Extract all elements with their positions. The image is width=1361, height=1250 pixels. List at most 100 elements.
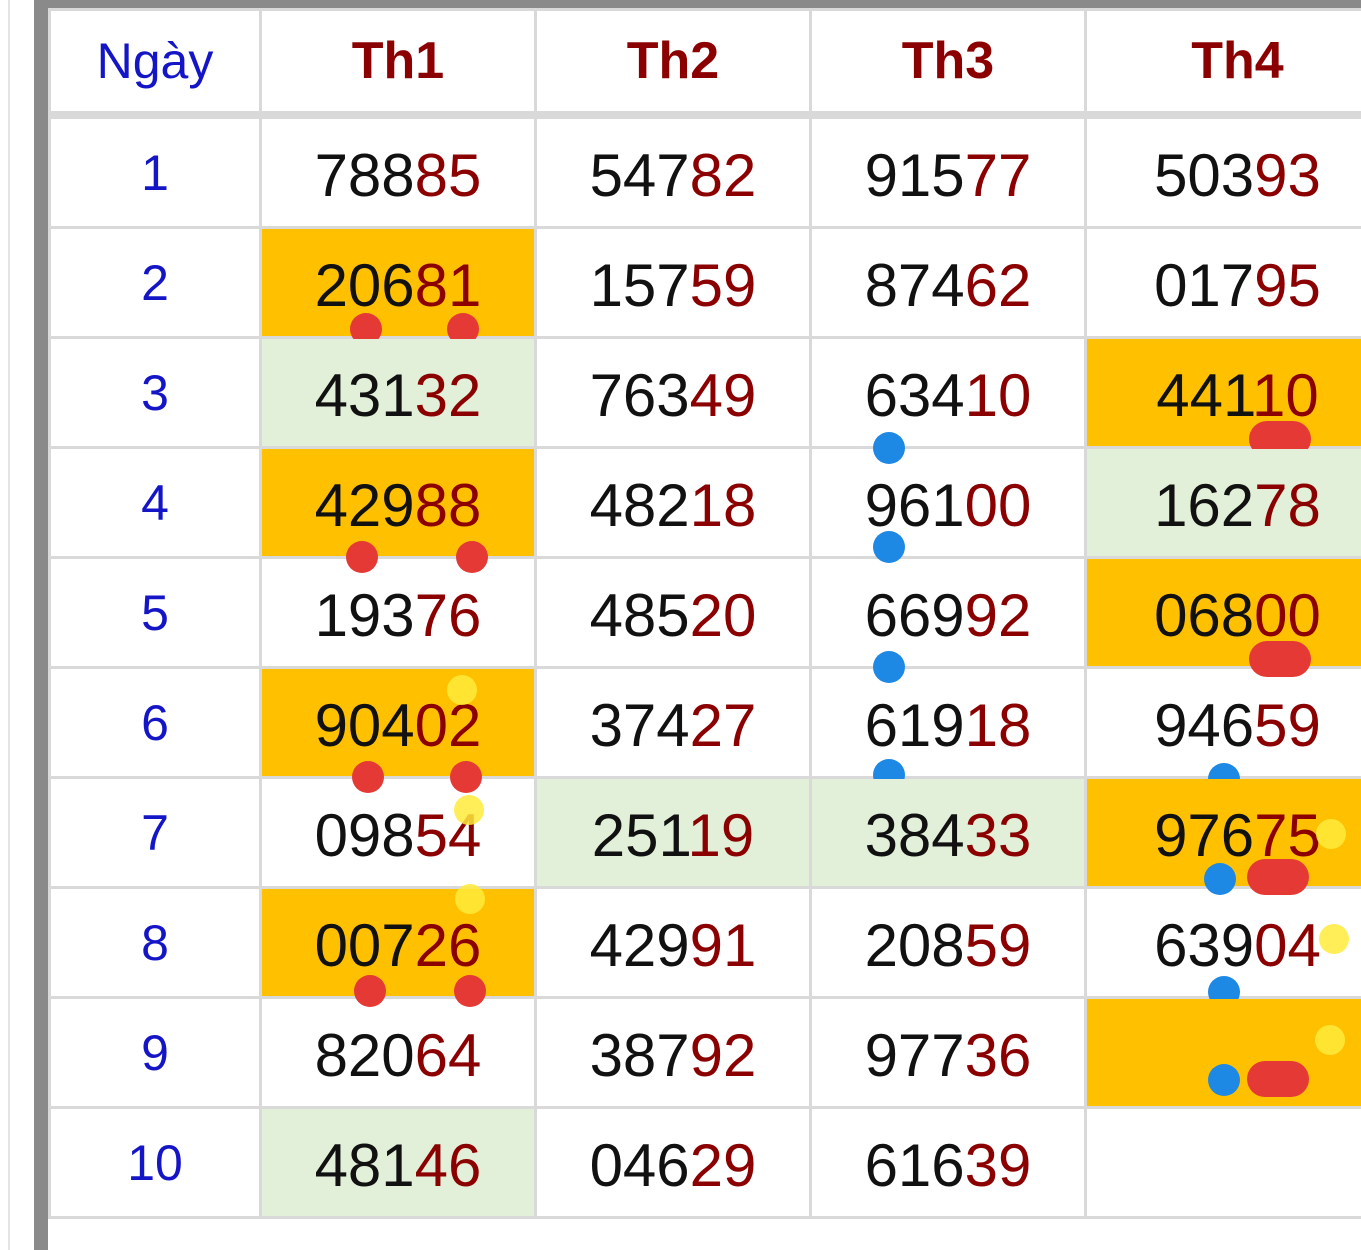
result-number: 42988 [315, 471, 482, 540]
result-cell: 61639 [809, 1106, 1087, 1219]
result-leading-digits: 387 [589, 1022, 690, 1089]
result-number: 78885 [315, 141, 482, 210]
result-leading-digits: 547 [589, 142, 690, 209]
result-leading-digits: 046 [589, 1132, 690, 1199]
day-number: 3 [48, 336, 262, 449]
result-last-two-digits: 10 [964, 362, 1032, 429]
result-leading-digits: 429 [589, 912, 690, 979]
result-last-two-digits: 26 [414, 912, 482, 979]
result-cell: 97675 [1084, 776, 1361, 895]
result-cell: 48520 [534, 556, 812, 669]
column-header-th3: Th3 [809, 8, 1087, 119]
table-row: 9 82064 38792 97736 [48, 996, 1361, 1109]
result-last-two-digits: 36 [964, 1022, 1032, 1089]
result-cell: 94659 [1084, 666, 1361, 795]
result-last-two-digits: 91 [689, 912, 757, 979]
result-number: 38433 [865, 801, 1032, 870]
result-cell: 63410 [809, 336, 1087, 464]
result-last-two-digits: 39 [964, 1132, 1032, 1199]
table-body: 1 78885 54782 91577 50393 2 20681 15759 87462 017… [48, 113, 1361, 1219]
result-number: 37427 [590, 691, 757, 760]
result-leading-digits: 098 [314, 802, 415, 869]
result-cell: 20859 [809, 886, 1087, 999]
result-cell: 42991 [534, 886, 812, 999]
result-number: 20859 [865, 911, 1032, 980]
result-leading-digits: 431 [314, 362, 415, 429]
result-last-two-digits: 59 [689, 252, 757, 319]
result-last-two-digits: 62 [964, 252, 1032, 319]
result-last-two-digits: 81 [414, 252, 482, 319]
result-leading-digits: 619 [864, 692, 965, 759]
result-last-two-digits: 00 [1254, 582, 1321, 649]
result-leading-digits: 946 [1154, 692, 1255, 759]
result-cell [1084, 1106, 1361, 1219]
result-leading-digits: 763 [589, 362, 690, 429]
day-number: 5 [48, 556, 262, 669]
table-row: 4 42988 48218 96100 16278 [48, 446, 1361, 573]
result-last-two-digits: 77 [964, 142, 1032, 209]
result-cell: 76349 [534, 336, 812, 449]
result-last-two-digits: 64 [414, 1022, 482, 1089]
result-number: 63410 [865, 361, 1032, 430]
result-last-two-digits: 93 [1254, 142, 1321, 209]
result-leading-digits: 206 [314, 252, 415, 319]
result-last-two-digits: 95 [1254, 252, 1321, 319]
result-last-two-digits: 59 [964, 912, 1032, 979]
result-number: 15759 [590, 251, 757, 320]
result-number: 04629 [590, 1131, 757, 1200]
result-leading-digits: 904 [314, 692, 415, 759]
result-leading-digits: 669 [864, 582, 965, 649]
result-number: 63904 [1154, 911, 1321, 980]
result-last-two-digits: 46 [414, 1132, 482, 1199]
dot-yellow-annotation-mark [454, 795, 484, 825]
dot-blue-annotation-mark [1208, 1064, 1240, 1096]
result-number: 43132 [315, 361, 482, 430]
dot-yellow-annotation-mark [455, 884, 485, 914]
dot-yellow-annotation-mark [447, 675, 477, 705]
table-row: 1 78885 54782 91577 50393 [48, 113, 1361, 229]
result-number: 01795 [1154, 251, 1321, 320]
table-row: 2 20681 15759 87462 01795 [48, 226, 1361, 345]
result-cell: 61918 [809, 666, 1087, 791]
result-last-two-digits: 76 [414, 582, 482, 649]
day-number: 6 [48, 666, 262, 779]
result-number: 82064 [315, 1021, 482, 1090]
result-number: 97736 [865, 1021, 1032, 1090]
result-cell: 78885 [259, 113, 537, 229]
result-last-two-digits: 33 [964, 802, 1032, 869]
result-cell: 54782 [534, 113, 812, 229]
result-leading-digits: 485 [589, 582, 690, 649]
result-last-two-digits: 49 [689, 362, 757, 429]
result-leading-digits: 639 [1154, 912, 1255, 979]
result-leading-digits: 503 [1154, 142, 1255, 209]
table-row: 6 90402 37427 61918 94659 [48, 666, 1361, 795]
result-number: 94659 [1154, 691, 1321, 760]
result-number: 96100 [865, 471, 1032, 540]
day-number: 1 [48, 113, 262, 229]
result-last-two-digits: 92 [689, 1022, 757, 1089]
result-cell: 04629 [534, 1106, 812, 1219]
dot-yellow-annotation-mark [1319, 924, 1349, 954]
result-number: 48218 [590, 471, 757, 540]
result-number: 19376 [315, 581, 482, 650]
result-number: 38792 [590, 1021, 757, 1090]
result-leading-digits: 374 [589, 692, 690, 759]
result-number: 66992 [865, 581, 1032, 650]
result-cell: 00726 [259, 884, 537, 1007]
result-cell: 37427 [534, 666, 812, 779]
result-leading-digits: 616 [864, 1132, 965, 1199]
day-number: 7 [48, 776, 262, 889]
result-number: 61639 [865, 1131, 1032, 1200]
result-cell: 43132 [259, 336, 537, 449]
column-header-th4: Th4 [1084, 8, 1361, 119]
result-leading-digits: 961 [864, 472, 965, 539]
table-header-row: Ngày Th1 Th2 Th3 Th4 [48, 8, 1361, 119]
result-leading-digits: 251 [591, 802, 688, 869]
result-leading-digits: 017 [1154, 252, 1255, 319]
result-number: 50393 [1154, 141, 1321, 210]
column-header-th1: Th1 [259, 8, 537, 119]
result-cell: 48218 [534, 446, 812, 559]
page-left-border [8, 0, 10, 1250]
result-leading-digits: 820 [314, 1022, 415, 1089]
result-number: 48520 [590, 581, 757, 650]
